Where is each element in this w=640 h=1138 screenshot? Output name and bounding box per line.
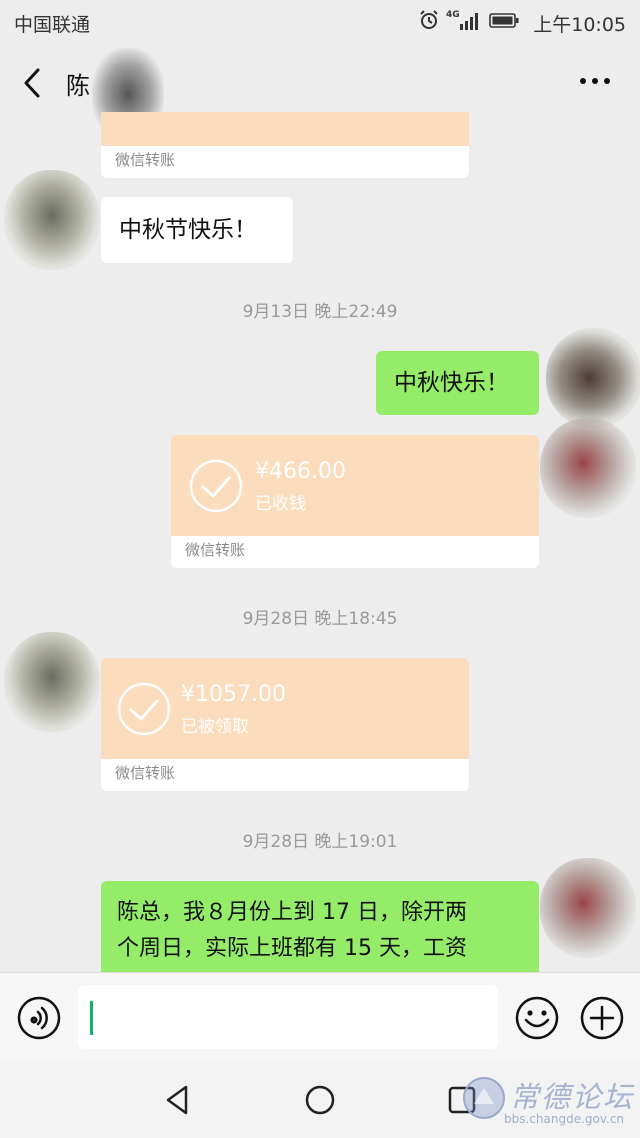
alarm-icon bbox=[420, 10, 438, 29]
transfer-status: 已收钱 bbox=[255, 494, 306, 514]
nav-back-icon[interactable] bbox=[162, 1084, 194, 1116]
transfer-card-footer: 微信转账 bbox=[185, 541, 246, 559]
contact-avatar[interactable] bbox=[4, 632, 100, 732]
transfer-card-footer: 微信转账 bbox=[115, 151, 176, 169]
nav-home-icon[interactable] bbox=[304, 1084, 336, 1116]
timestamp: 9月28日 晚上19:01 bbox=[242, 832, 398, 852]
transfer-amount: ¥466.00 bbox=[255, 459, 346, 484]
chat-title: 陈 bbox=[66, 72, 90, 100]
contact-avatar[interactable] bbox=[4, 170, 100, 270]
my-avatar[interactable] bbox=[540, 418, 636, 518]
message-text: 中秋快乐！ bbox=[394, 370, 509, 396]
transfer-amount: ¥1057.00 bbox=[181, 682, 286, 707]
battery-icon bbox=[489, 13, 519, 28]
timestamp: 9月28日 晚上18:45 bbox=[242, 609, 398, 629]
back-arrow-icon[interactable] bbox=[20, 66, 44, 100]
checkmark-circle-icon bbox=[117, 682, 171, 736]
message-bubble-received[interactable]: 中秋节快乐！ bbox=[101, 197, 293, 263]
signal-icon bbox=[460, 13, 478, 30]
voice-input-icon[interactable] bbox=[17, 996, 61, 1040]
message-text-line: 陈总，我８月份上到 17 日，除开两 bbox=[117, 900, 467, 925]
watermark-url: bbs.changde.gov.cn bbox=[504, 1112, 625, 1126]
my-avatar[interactable] bbox=[546, 328, 640, 428]
more-icon[interactable] bbox=[578, 70, 612, 92]
transfer-status: 已被领取 bbox=[181, 717, 249, 737]
watermark-logo-icon bbox=[463, 1077, 505, 1119]
checkmark-circle-icon bbox=[189, 459, 243, 513]
transfer-card-header bbox=[101, 112, 469, 146]
watermark-name: 常德论坛 bbox=[510, 1080, 635, 1114]
emoji-icon[interactable] bbox=[515, 996, 559, 1040]
transfer-card[interactable]: 微信转账 bbox=[101, 112, 469, 178]
transfer-card[interactable]: ¥466.00 已收钱 微信转账 bbox=[171, 435, 539, 568]
timestamp: 9月13日 晚上22:49 bbox=[242, 302, 398, 322]
clock-label: 上午10:05 bbox=[533, 14, 626, 36]
network-type-label: 4G bbox=[446, 10, 460, 20]
plus-icon[interactable] bbox=[580, 996, 624, 1040]
transfer-card-footer: 微信转账 bbox=[115, 764, 176, 782]
message-bubble-sent[interactable]: 中秋快乐！ bbox=[376, 351, 539, 415]
my-avatar[interactable] bbox=[540, 858, 636, 958]
carrier-label: 中国联通 bbox=[14, 14, 91, 36]
transfer-card[interactable]: ¥1057.00 已被领取 微信转账 bbox=[101, 658, 469, 791]
message-input[interactable] bbox=[78, 985, 498, 1049]
message-text: 中秋节快乐！ bbox=[119, 217, 257, 243]
text-caret bbox=[90, 1001, 93, 1035]
message-text-line: 个周日，实际上班都有 15 天，工资 bbox=[117, 936, 467, 961]
